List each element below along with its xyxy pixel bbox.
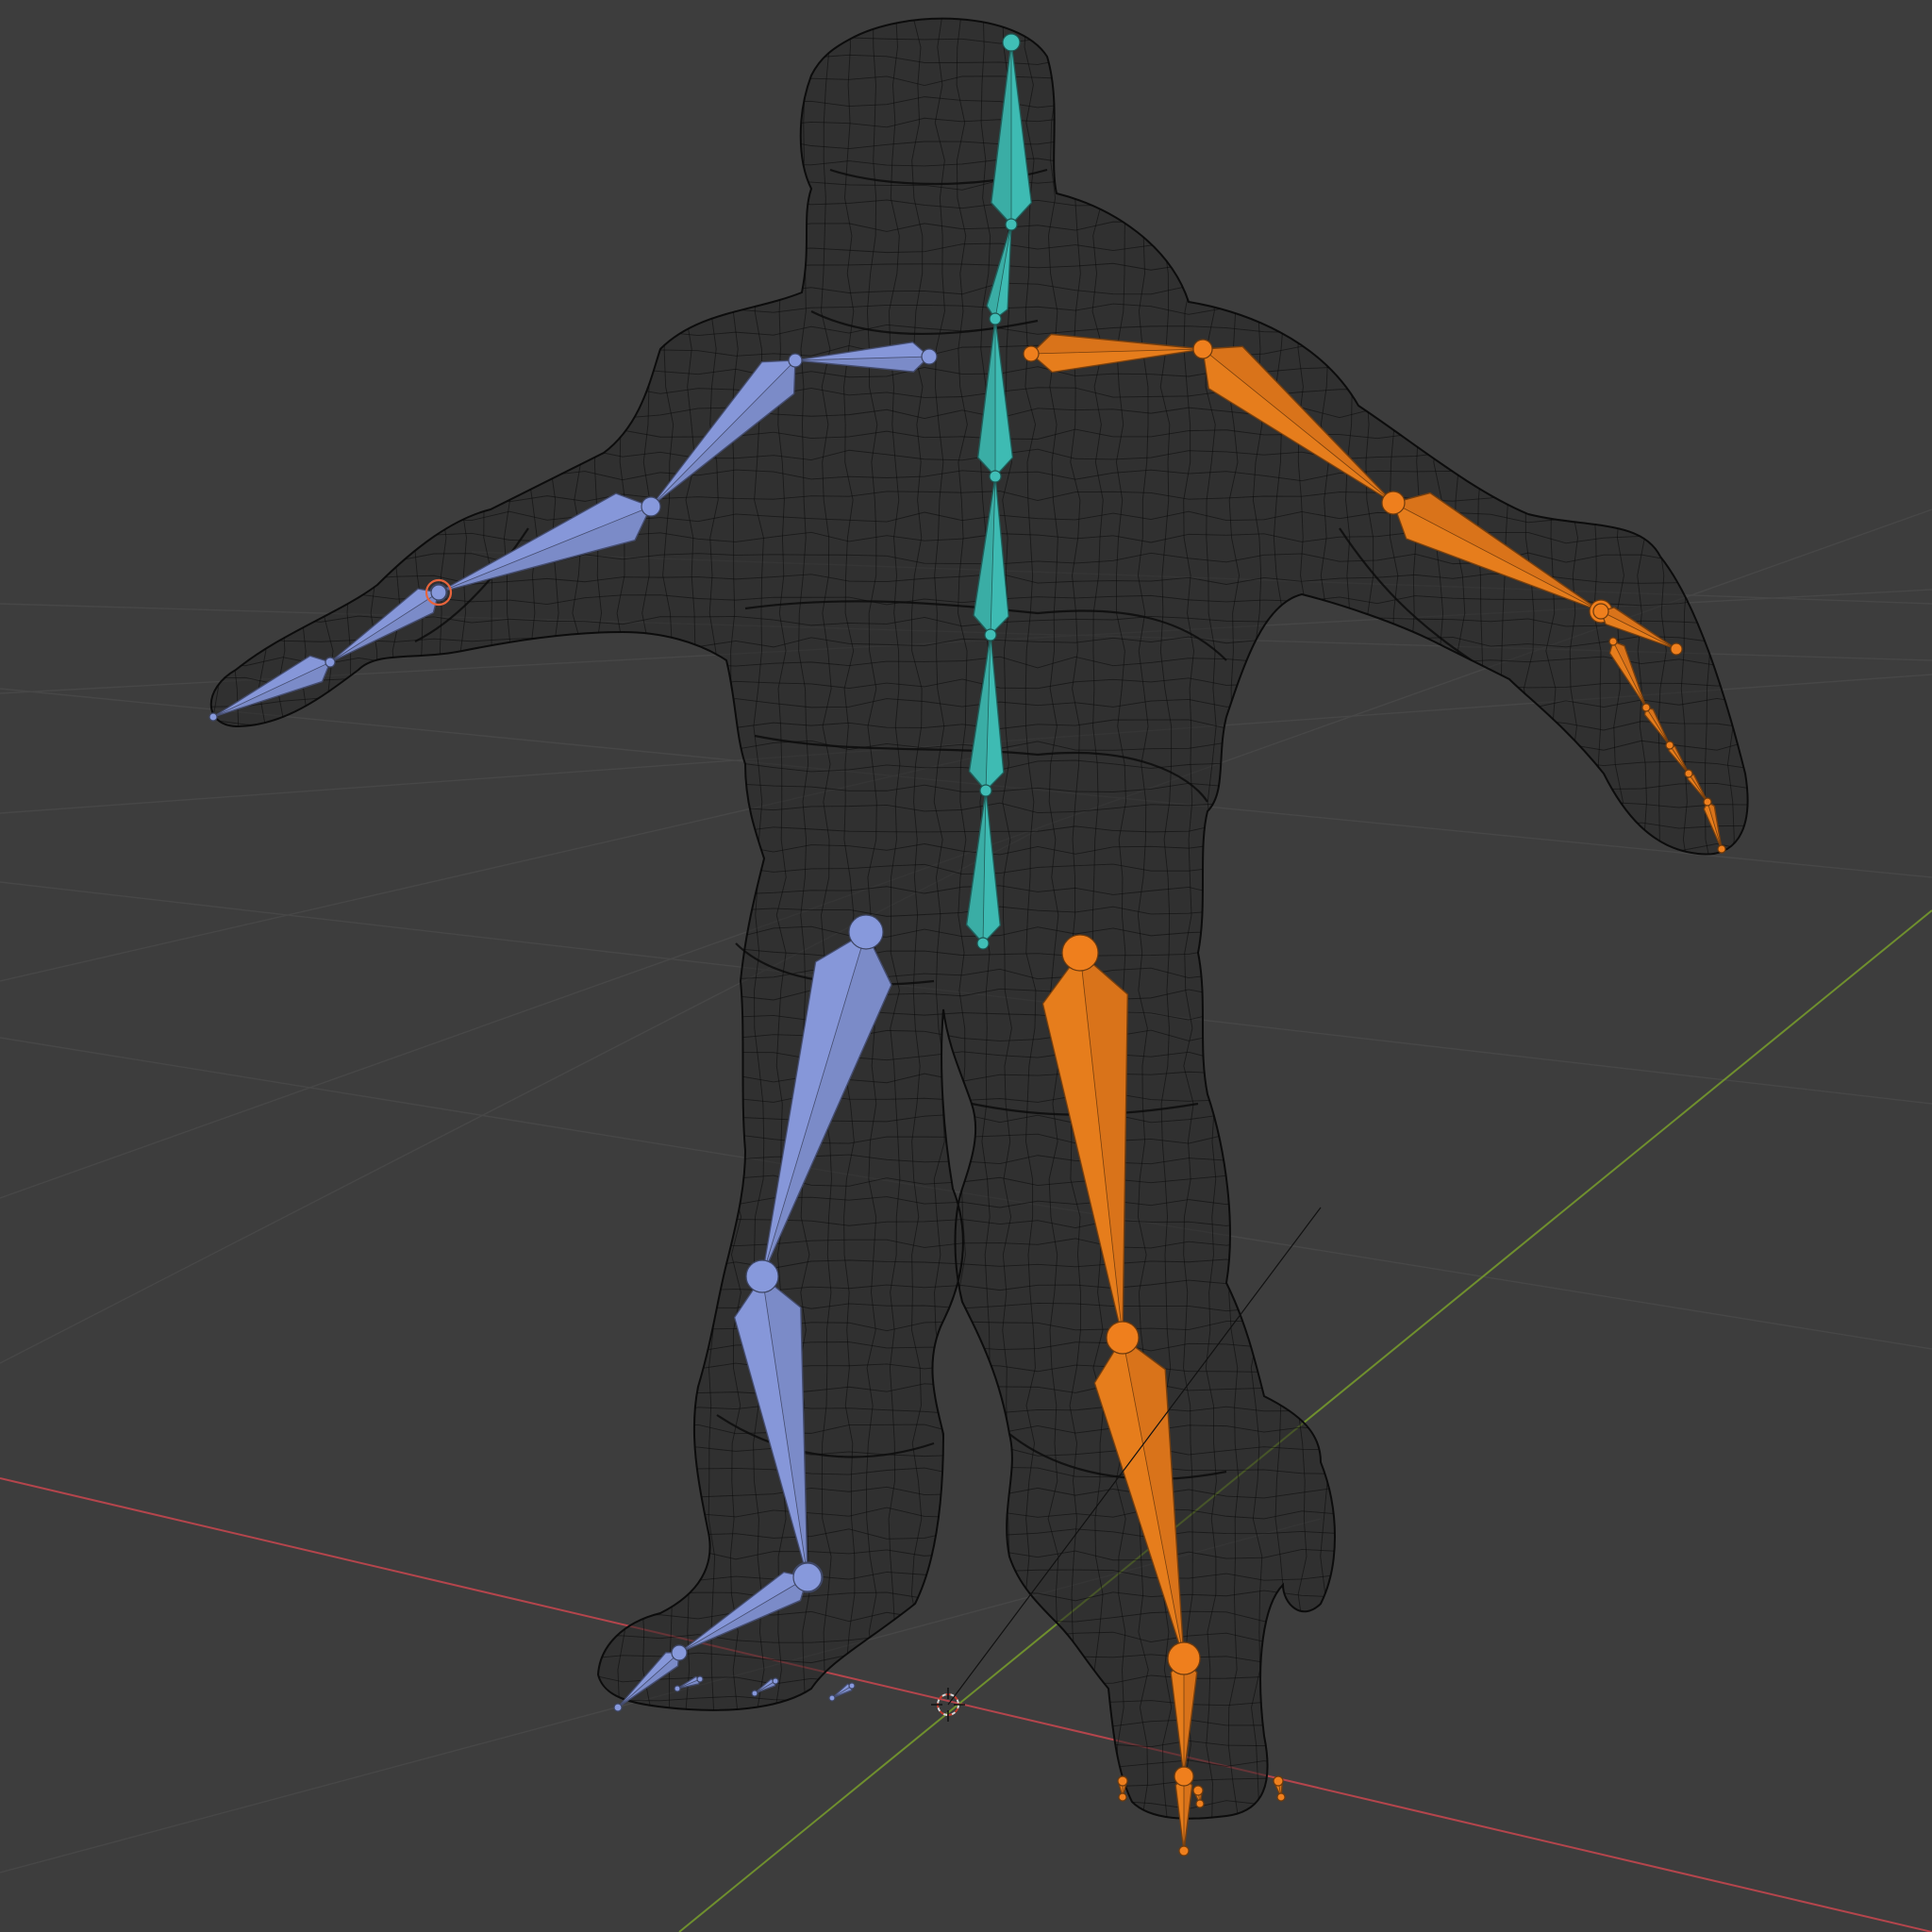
left-toe-bone-head-joint[interactable]	[671, 1644, 688, 1661]
left-toe-small-2-tail-joint[interactable]	[751, 1690, 758, 1697]
right-shin-bone-head-joint[interactable]	[1106, 1321, 1140, 1355]
right-finger-bone-5-tail-joint[interactable]	[1717, 844, 1726, 854]
left-hand-bone-head-joint[interactable]	[430, 584, 447, 601]
right-thigh-bone-head-joint[interactable]	[1061, 934, 1099, 972]
right-finger-bone-3-head-joint[interactable]	[1665, 741, 1674, 750]
left-toe-small-3-head-joint[interactable]	[848, 1682, 856, 1690]
right-toe-small-3-tail-joint[interactable]	[1276, 1792, 1286, 1802]
spine-bone-3-head-joint[interactable]	[984, 628, 997, 641]
right-toe-small-2-tail-joint[interactable]	[1195, 1799, 1205, 1808]
left-finger-bone-tail-joint[interactable]	[208, 712, 218, 722]
spine-bone-2-head-joint[interactable]	[979, 784, 992, 797]
spine-bone-6-head-joint[interactable]	[1005, 218, 1018, 231]
spine-bone-6-tail-joint[interactable]	[1002, 33, 1021, 52]
right-toe-small-1-head-joint[interactable]	[1117, 1775, 1128, 1787]
right-finger-bone-5-head-joint[interactable]	[1703, 797, 1712, 807]
3d-viewport[interactable]	[0, 0, 1932, 1932]
right-hand-bone-tail-joint[interactable]	[1670, 642, 1683, 656]
right-hand-bone-head-joint[interactable]	[1592, 603, 1609, 620]
left-toe-small-3[interactable]	[828, 1682, 856, 1702]
left-foot-bone-head-joint[interactable]	[792, 1562, 823, 1592]
left-toe-bone-tail-joint[interactable]	[613, 1703, 623, 1712]
left-toe-small-1-tail-joint[interactable]	[674, 1685, 681, 1692]
left-shin-bone-head-joint[interactable]	[745, 1259, 779, 1293]
left-thigh-bone-head-joint[interactable]	[848, 914, 884, 950]
x-axis-line	[0, 1477, 1932, 1932]
right-toe-small-2-head-joint[interactable]	[1192, 1785, 1204, 1796]
right-clavicle-bone-head-joint[interactable]	[1023, 345, 1040, 362]
right-toe-small-3[interactable]	[1273, 1775, 1286, 1802]
left-finger-bone-head-joint[interactable]	[325, 657, 336, 668]
character-mesh-wireframe[interactable]	[164, 9, 1760, 1829]
right-finger-bone-4-head-joint[interactable]	[1684, 769, 1693, 778]
right-toe-small-1-tail-joint[interactable]	[1118, 1792, 1127, 1802]
left-toe-small-2-head-joint[interactable]	[772, 1677, 779, 1685]
left-toe-small-3-tail-joint[interactable]	[828, 1694, 836, 1702]
left-toe-small-1-head-joint[interactable]	[696, 1675, 704, 1683]
right-upper-arm-bone-head-joint[interactable]	[1192, 339, 1213, 359]
spine-bone-4-head-joint[interactable]	[989, 470, 1002, 483]
right-forearm-bone-head-joint[interactable]	[1381, 491, 1406, 515]
right-toe-bone-tail-joint[interactable]	[1178, 1845, 1190, 1857]
right-toe-small-3-head-joint[interactable]	[1273, 1775, 1284, 1787]
spine-bone-5-head-joint[interactable]	[989, 312, 1002, 325]
right-finger-bone-2-head-joint[interactable]	[1641, 703, 1651, 712]
viewport-canvas[interactable]	[0, 0, 1932, 1932]
left-forearm-bone-head-joint[interactable]	[641, 496, 661, 517]
left-upper-arm-bone-head-joint[interactable]	[788, 353, 803, 368]
spine-bone-1-head-joint[interactable]	[976, 937, 990, 950]
right-finger-bone-1-head-joint[interactable]	[1608, 637, 1618, 646]
right-toe-bone-head-joint[interactable]	[1174, 1766, 1194, 1787]
left-clavicle-bone-head-joint[interactable]	[921, 348, 938, 365]
right-foot-bone-head-joint[interactable]	[1167, 1641, 1201, 1675]
